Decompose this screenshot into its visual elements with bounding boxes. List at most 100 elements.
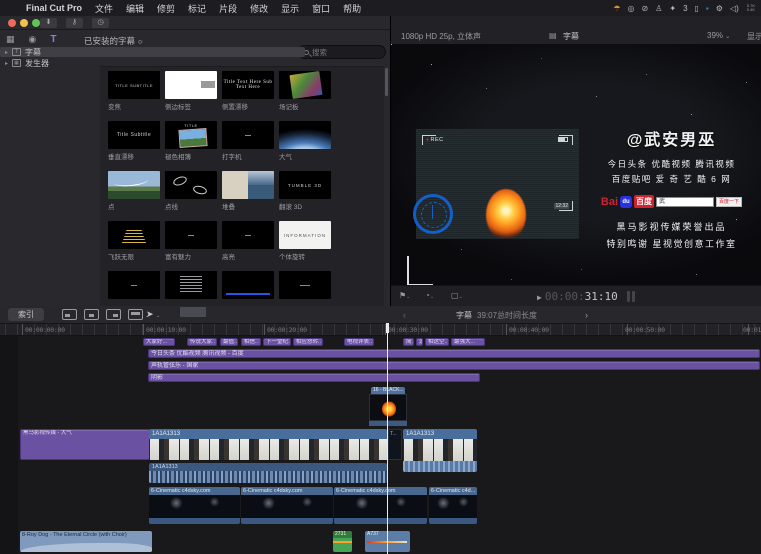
menu-item[interactable]: 标记 bbox=[188, 2, 206, 15]
intro-title-clip[interactable]: 黑马影视传媒 - 大气 bbox=[20, 429, 150, 460]
title-thumbnail[interactable] bbox=[165, 171, 217, 199]
title-clip[interactable]: 这.. bbox=[416, 338, 423, 346]
title-thumbnail-cell[interactable] bbox=[222, 271, 279, 306]
status-icon[interactable]: ☂ bbox=[613, 4, 620, 13]
title-thumbnail[interactable] bbox=[279, 271, 331, 299]
title-thumbnail-cell[interactable]: INFORMATION 个体旋转 bbox=[279, 221, 336, 271]
title-clip[interactable]: 下一堂纪.. bbox=[263, 338, 291, 346]
menu-item[interactable]: 帮助 bbox=[343, 2, 361, 15]
app-menu[interactable]: Final Cut Pro bbox=[26, 3, 82, 13]
title-thumbnail-cell[interactable]: Title Text Here Sub Text Here 侧置漂移 bbox=[222, 71, 279, 121]
sidebar-item-titles[interactable]: ▸ T 字幕 bbox=[0, 47, 305, 57]
title-thumbnail-cell[interactable]: TITLE 褪色相簿 bbox=[165, 121, 222, 171]
status-icon[interactable]: ✦ bbox=[669, 4, 676, 13]
background-video-clip[interactable]: 6-Cinematic c4dsky.com bbox=[334, 487, 427, 524]
title-thumbnail-cell[interactable] bbox=[165, 271, 222, 306]
title-thumbnail[interactable] bbox=[165, 71, 217, 99]
title-thumbnail-cell[interactable]: 点线 bbox=[165, 171, 222, 221]
title-thumbnail-cell[interactable] bbox=[279, 271, 336, 306]
title-thumbnail-cell[interactable]: 点 bbox=[108, 171, 165, 221]
title-thumbnail[interactable] bbox=[108, 271, 160, 299]
title-thumbnail-cell[interactable]: 场记板 bbox=[279, 71, 336, 121]
status-icon[interactable]: ♙ bbox=[655, 4, 662, 13]
browser-header[interactable]: 已安装的字幕 ≎ bbox=[84, 35, 143, 47]
status-icon[interactable]: 3 bbox=[683, 4, 687, 13]
sound-effect-clip[interactable]: 2731 bbox=[333, 531, 352, 552]
select-tool-menu[interactable]: ➤ ⌄ bbox=[146, 309, 160, 320]
background-video-clip[interactable]: 6-Cinematic c4dsky.com bbox=[241, 487, 333, 524]
title-thumbnail[interactable]: INFORMATION bbox=[279, 221, 331, 249]
menu-item[interactable]: 修改 bbox=[250, 2, 268, 15]
title-thumbnail[interactable]: TUMBLE 3D bbox=[279, 171, 331, 199]
tools-menu[interactable]: ⚑⌄ bbox=[399, 291, 410, 300]
title-clip[interactable]: 传说大家.. bbox=[187, 338, 217, 346]
title-thumbnail-cell[interactable]: 高亮 bbox=[222, 221, 279, 271]
music-clip[interactable]: 8-Roy Dog - The Eternal Circle (with Cho… bbox=[20, 531, 152, 552]
connected-clip-audio[interactable] bbox=[369, 421, 407, 426]
menu-item[interactable]: 窗口 bbox=[312, 2, 330, 15]
insert-edit-icon[interactable] bbox=[84, 309, 99, 320]
background-video-clip[interactable]: 6-Cinematic c4dsky.com bbox=[149, 487, 240, 524]
title-thumbnail[interactable] bbox=[279, 71, 331, 99]
title-clip[interactable]: 相应怒转.. bbox=[293, 338, 323, 346]
title-thumbnail[interactable] bbox=[279, 121, 331, 149]
title-thumbnail-cell[interactable]: 富有魅力 bbox=[165, 221, 222, 271]
zoom-window-button[interactable] bbox=[32, 19, 40, 27]
connected-clip-label[interactable]: 16 - BLACK... bbox=[371, 387, 405, 394]
zoom-level-menu[interactable]: 39% ⌄ bbox=[707, 31, 730, 40]
titles-generators-icon[interactable]: T bbox=[50, 34, 56, 45]
title-thumbnail[interactable]: Title Text Here Sub Text Here bbox=[222, 71, 274, 99]
disclosure-triangle-icon[interactable]: ▸ bbox=[5, 60, 8, 67]
status-icon[interactable]: ⊘ bbox=[641, 4, 648, 13]
audio-meter[interactable] bbox=[627, 291, 630, 302]
audio-meter[interactable] bbox=[632, 291, 635, 302]
overwrite-edit-icon[interactable] bbox=[128, 309, 143, 320]
minimize-window-button[interactable] bbox=[20, 19, 28, 27]
background-tasks-icon[interactable]: ◷ bbox=[92, 18, 109, 28]
timeline-history-forward[interactable]: › bbox=[585, 310, 588, 320]
title-thumbnail[interactable] bbox=[222, 221, 274, 249]
play-icon[interactable]: ▶ bbox=[537, 293, 542, 302]
tiny-clip[interactable]: T... bbox=[388, 429, 402, 460]
title-clip-long[interactable]: 声轨管弦乐 - 国家 bbox=[148, 361, 760, 370]
menu-item[interactable]: 显示 bbox=[281, 2, 299, 15]
keyword-icon[interactable]: ⚷ bbox=[66, 18, 83, 28]
connect-edit-icon[interactable] bbox=[62, 309, 77, 320]
title-clip[interactable]: 电视评表.. bbox=[344, 338, 374, 346]
menu-item[interactable]: 片段 bbox=[219, 2, 237, 15]
title-thumbnail-cell[interactable]: TITLE SUBTITLE 变焦 bbox=[108, 71, 165, 121]
title-thumbnail-cell[interactable] bbox=[108, 271, 165, 306]
status-icon[interactable]: ◎ bbox=[628, 4, 635, 13]
status-icon[interactable]: ▯ bbox=[695, 4, 699, 13]
title-clip-long[interactable]: 阴影 bbox=[148, 373, 480, 382]
index-button[interactable]: 索引 bbox=[8, 308, 44, 321]
playhead[interactable] bbox=[387, 323, 388, 554]
title-thumbnail-cell[interactable]: 侧边标签 bbox=[165, 71, 222, 121]
ruler-marker[interactable] bbox=[180, 307, 206, 317]
title-thumbnail-cell[interactable]: 飞跃无限 bbox=[108, 221, 165, 271]
title-thumbnail[interactable] bbox=[165, 221, 217, 249]
photos-icon[interactable]: ▦ bbox=[6, 34, 15, 45]
import-media-icon[interactable]: ⬇ bbox=[40, 18, 57, 28]
timeline-history-back[interactable]: ‹ bbox=[403, 310, 406, 320]
title-clip[interactable]: 大家好... bbox=[143, 338, 175, 346]
browser-scrollbar[interactable] bbox=[385, 68, 388, 96]
sidebar-item-generators[interactable]: ▸ ▦ 发生器 bbox=[0, 58, 100, 68]
title-thumbnail-cell[interactable]: 大气 bbox=[279, 121, 336, 171]
title-thumbnail[interactable] bbox=[165, 271, 217, 299]
menu-item[interactable]: 文件 bbox=[95, 2, 113, 15]
search-field[interactable] bbox=[298, 45, 386, 59]
menu-item[interactable]: 编辑 bbox=[126, 2, 144, 15]
title-clip[interactable]: 最值.. bbox=[220, 338, 238, 346]
timeline-ruler[interactable]: 00:00:00:0000:00:10:0000:00:20:0000:00:3… bbox=[0, 324, 761, 336]
title-thumbnail[interactable] bbox=[222, 271, 274, 299]
title-thumbnail[interactable]: TITLE bbox=[165, 121, 217, 149]
audio-clip[interactable]: 1A1A1313 bbox=[149, 463, 387, 483]
connected-clip-thumbnail[interactable] bbox=[369, 394, 407, 421]
append-edit-icon[interactable] bbox=[106, 309, 121, 320]
status-icon[interactable]: ▪ bbox=[706, 4, 709, 13]
title-clip[interactable]: 相信.. bbox=[241, 338, 261, 346]
view-options-menu[interactable]: 显示 bbox=[747, 31, 761, 42]
title-thumbnail-cell[interactable]: Title Subtitle 垂直漂移 bbox=[108, 121, 165, 171]
status-icon[interactable]: ⚙ bbox=[716, 4, 723, 13]
